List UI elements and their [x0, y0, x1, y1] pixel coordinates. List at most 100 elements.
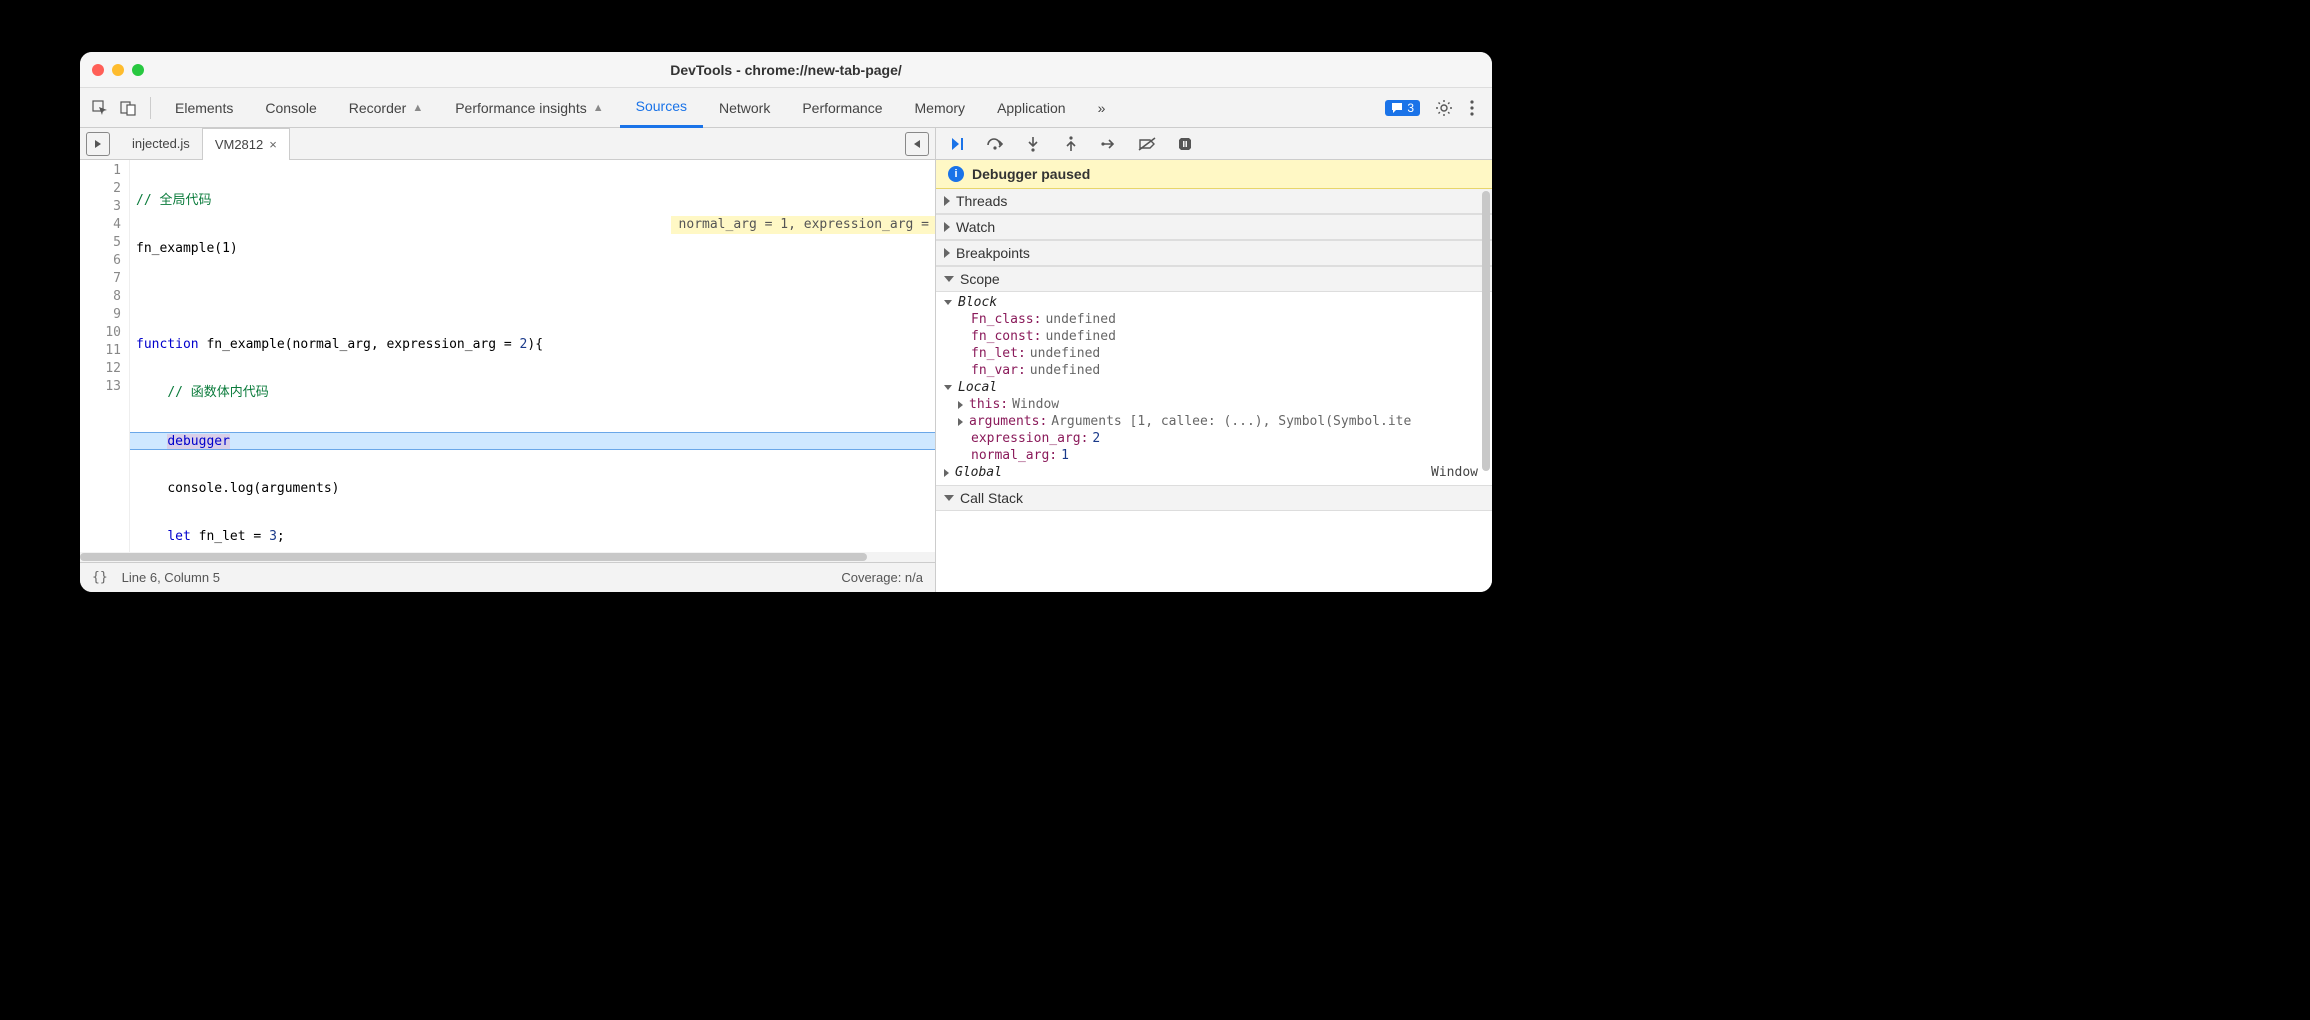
code-text: console.log(arguments): [167, 481, 339, 496]
code-text: (normal_arg, expression_arg =: [285, 337, 520, 352]
panel-label: Breakpoints: [956, 245, 1030, 261]
inspect-element-icon[interactable]: [86, 94, 114, 122]
toolbar-divider: [150, 97, 151, 119]
info-icon: i: [948, 166, 964, 182]
scope-variable[interactable]: fn_var: undefined: [936, 362, 1492, 379]
panel-scope[interactable]: Scope: [936, 266, 1492, 292]
flask-icon: ▲: [412, 102, 423, 114]
pause-on-exceptions-button[interactable]: [1174, 133, 1196, 155]
scope-value: Window: [1431, 465, 1488, 480]
line-number: 3: [80, 198, 121, 216]
panel-breakpoints[interactable]: Breakpoints: [936, 240, 1492, 266]
debugger-pane: i Debugger paused Threads Watch Breakpoi…: [936, 128, 1492, 592]
tab-application[interactable]: Application: [981, 88, 1082, 128]
scope-variable[interactable]: Fn_class: undefined: [936, 311, 1492, 328]
file-tab-injected[interactable]: injected.js: [120, 128, 202, 160]
line-number: 6: [80, 252, 121, 270]
scope-key: arguments:: [969, 414, 1047, 429]
scope-variable[interactable]: arguments: Arguments [1, callee: (...), …: [936, 413, 1492, 430]
step-into-button[interactable]: [1022, 133, 1044, 155]
debug-toolbar: [936, 128, 1492, 160]
tab-console[interactable]: Console: [249, 88, 332, 128]
code-text: fn_let =: [191, 529, 269, 544]
step-over-button[interactable]: [984, 133, 1006, 155]
scrollbar-thumb[interactable]: [80, 553, 867, 561]
tab-overflow[interactable]: »: [1082, 88, 1122, 128]
flask-icon: ▲: [593, 102, 604, 114]
caret-icon: [944, 222, 950, 232]
tab-elements[interactable]: Elements: [159, 88, 249, 128]
step-button[interactable]: [1098, 133, 1120, 155]
message-icon: [1391, 102, 1403, 114]
line-number: 12: [80, 360, 121, 378]
scope-group-label: Global: [955, 465, 1002, 480]
debugger-paused-banner: i Debugger paused: [936, 160, 1492, 189]
editor-statusbar: {} Line 6, Column 5 Coverage: n/a: [80, 562, 935, 592]
scope-local-header[interactable]: Local: [936, 379, 1492, 396]
deactivate-breakpoints-button[interactable]: [1136, 133, 1158, 155]
panel-call-stack[interactable]: Call Stack: [936, 485, 1492, 511]
caret-icon: [944, 276, 954, 282]
code-text: fn_example: [206, 337, 284, 352]
caret-icon: [944, 196, 950, 206]
maximize-window-button[interactable]: [132, 64, 144, 76]
scope-block-header[interactable]: Block: [936, 294, 1492, 311]
close-tab-icon[interactable]: ×: [269, 137, 277, 152]
line-number: 10: [80, 324, 121, 342]
pretty-print-button[interactable]: {}: [92, 570, 108, 585]
caret-icon: [944, 385, 952, 390]
tab-memory[interactable]: Memory: [899, 88, 982, 128]
navigator-toggle-icon[interactable]: [86, 132, 110, 156]
horizontal-scrollbar[interactable]: [80, 552, 935, 562]
panel-watch[interactable]: Watch: [936, 214, 1492, 240]
code-editor[interactable]: 1 2 3 4 5 6 7 8 9 10 11 12 13 // 全局代码 fn…: [80, 160, 935, 552]
scope-value: undefined: [1030, 346, 1100, 361]
tab-sources[interactable]: Sources: [620, 88, 703, 128]
kebab-menu-icon[interactable]: [1458, 94, 1486, 122]
code-kw: let: [167, 529, 190, 544]
scope-group-label: Local: [958, 380, 997, 395]
panel-label: Call Stack: [960, 490, 1023, 506]
scope-variable[interactable]: this: Window: [936, 396, 1492, 413]
cursor-position: Line 6, Column 5: [122, 570, 220, 585]
file-tab-vm2812[interactable]: VM2812 ×: [202, 128, 290, 160]
file-tab-vm2812-label: VM2812: [215, 137, 263, 152]
step-out-button[interactable]: [1060, 133, 1082, 155]
line-number: 13: [80, 378, 121, 396]
scope-value: 1: [1061, 448, 1069, 463]
tab-performance[interactable]: Performance: [786, 88, 898, 128]
scope-variable[interactable]: normal_arg: 1: [936, 447, 1492, 464]
minimize-window-button[interactable]: [112, 64, 124, 76]
tab-recorder-label: Recorder: [349, 100, 407, 116]
editor-pane: injected.js VM2812 × 1 2 3 4 5 6: [80, 128, 936, 592]
device-toggle-icon[interactable]: [114, 94, 142, 122]
tab-recorder[interactable]: Recorder ▲: [333, 88, 439, 128]
code-body[interactable]: // 全局代码 fn_example(1) function fn_exampl…: [130, 160, 935, 552]
scope-key: Fn_class:: [971, 312, 1041, 327]
code-text: ){: [527, 337, 543, 352]
coverage-status: Coverage: n/a: [841, 570, 923, 585]
show-navigator-icon[interactable]: [905, 132, 929, 156]
scope-variable[interactable]: fn_const: undefined: [936, 328, 1492, 345]
settings-icon[interactable]: [1430, 94, 1458, 122]
scope-key: fn_const:: [971, 329, 1041, 344]
vertical-scrollbar[interactable]: [1482, 191, 1490, 471]
caret-icon: [944, 495, 954, 501]
tab-performance-insights[interactable]: Performance insights▲: [439, 88, 619, 128]
scope-value: 2: [1092, 431, 1100, 446]
line-number: 5: [80, 234, 121, 252]
file-tab-bar: injected.js VM2812 ×: [80, 128, 935, 160]
scope-variable[interactable]: expression_arg: 2: [936, 430, 1492, 447]
line-number: 11: [80, 342, 121, 360]
scope-value: undefined: [1045, 312, 1115, 327]
line-gutter: 1 2 3 4 5 6 7 8 9 10 11 12 13: [80, 160, 130, 552]
tab-network[interactable]: Network: [703, 88, 786, 128]
scope-variable[interactable]: fn_let: undefined: [936, 345, 1492, 362]
resume-button[interactable]: [946, 133, 968, 155]
issues-badge[interactable]: 3: [1385, 100, 1420, 116]
scope-key: fn_let:: [971, 346, 1026, 361]
panel-threads[interactable]: Threads: [936, 189, 1492, 214]
close-window-button[interactable]: [92, 64, 104, 76]
scope-value: Arguments [1, callee: (...), Symbol(Symb…: [1051, 414, 1411, 429]
scope-global-header[interactable]: Global Window: [936, 464, 1492, 481]
